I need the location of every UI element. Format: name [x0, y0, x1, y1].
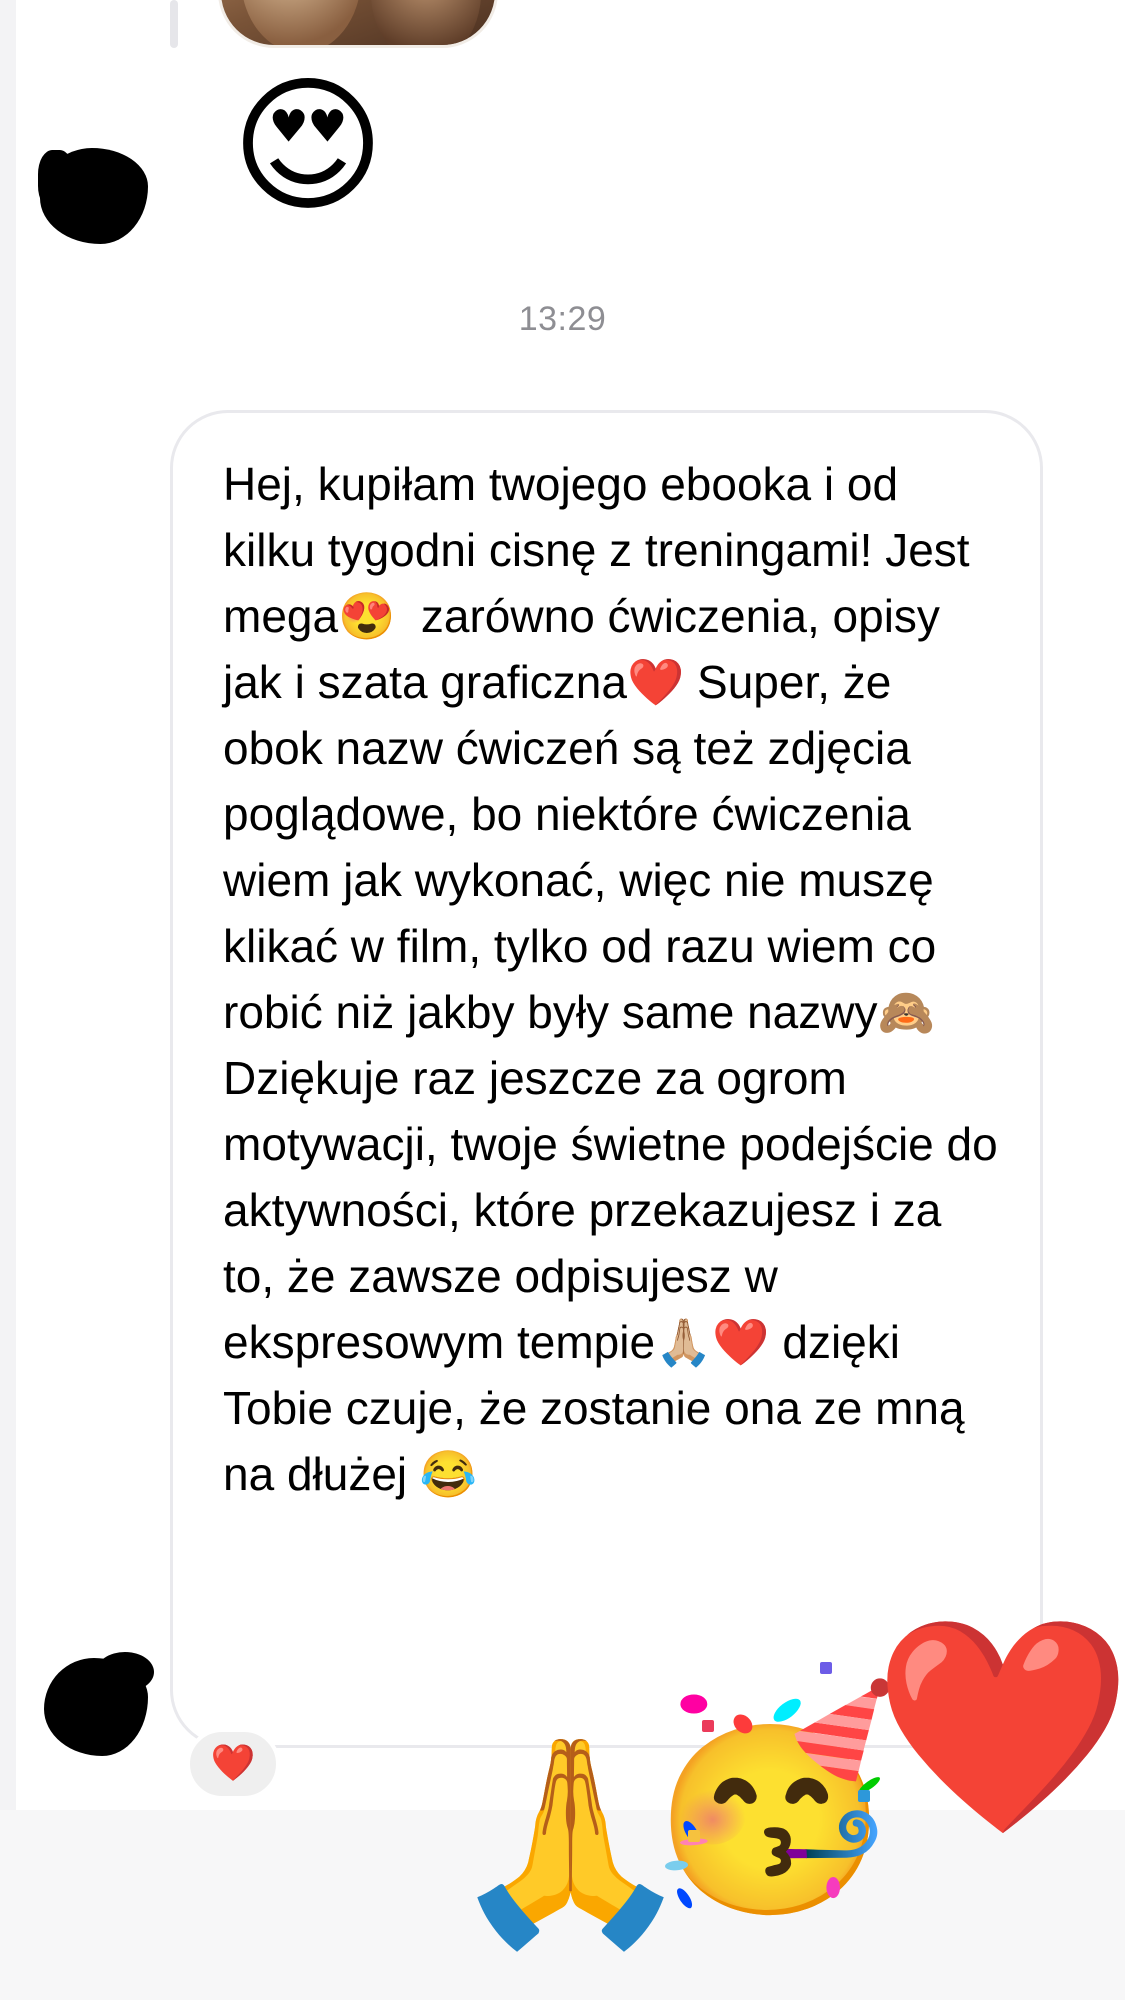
photo-message[interactable]	[218, 0, 498, 48]
photo-content	[241, 0, 361, 45]
avatar-redacted	[38, 150, 74, 210]
red-heart-icon: ❤️	[872, 1604, 1125, 1849]
heart-eyes-emoji-message[interactable]: 😍	[226, 64, 390, 228]
message-text: Hej, kupiłam twojego ebooka i od kilku t…	[223, 458, 1011, 1500]
avatar-redacted	[96, 1652, 154, 1692]
heart-reaction-badge[interactable]: ❤️	[186, 1728, 280, 1800]
praying-hands-icon: 🙏	[446, 1725, 696, 1958]
chat-screen: 😍 13:29 Hej, kupiłam twojego ebooka i od…	[0, 0, 1125, 2000]
left-edge-rail	[0, 0, 16, 1810]
confetti-piece	[688, 1830, 700, 1842]
message-bubble[interactable]: Hej, kupiłam twojego ebooka i od kilku t…	[170, 410, 1043, 1748]
confetti-piece	[858, 1790, 870, 1802]
message-timestamp: 13:29	[518, 300, 607, 338]
photo-content	[371, 0, 481, 45]
thread-line	[170, 0, 178, 48]
confetti-piece	[820, 1662, 832, 1674]
confetti-piece	[702, 1720, 714, 1732]
